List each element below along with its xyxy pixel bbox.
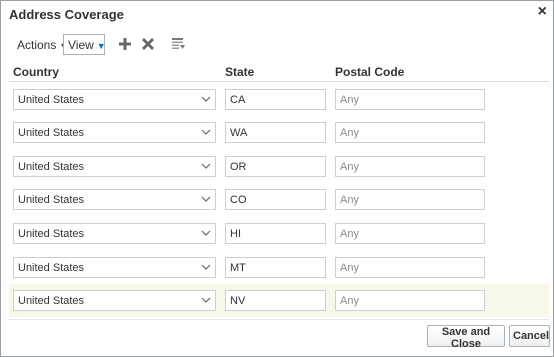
- table-header: Country State Postal Code: [13, 63, 543, 81]
- header-divider: [9, 81, 549, 82]
- state-input[interactable]: NV: [225, 290, 326, 311]
- actions-label: Actions: [17, 38, 57, 52]
- country-select[interactable]: United States: [13, 290, 216, 311]
- postal-code-input[interactable]: Any: [335, 89, 485, 110]
- country-select[interactable]: United States: [13, 223, 216, 244]
- postal-code-input[interactable]: Any: [335, 189, 485, 210]
- add-icon[interactable]: [116, 35, 134, 53]
- state-input[interactable]: HI: [225, 223, 326, 244]
- country-select[interactable]: United States: [13, 156, 216, 177]
- postal-code-input[interactable]: Any: [335, 257, 485, 278]
- postal-code-input[interactable]: Any: [335, 290, 485, 311]
- state-input[interactable]: CO: [225, 189, 326, 210]
- country-select[interactable]: United States: [13, 257, 216, 278]
- postal-code-input[interactable]: Any: [335, 223, 485, 244]
- table-row-selected[interactable]: United States NV Any: [9, 284, 549, 317]
- column-header-country[interactable]: Country: [13, 65, 59, 79]
- country-select[interactable]: United States: [13, 89, 216, 110]
- country-select[interactable]: United States: [13, 122, 216, 143]
- table-row[interactable]: United States CA Any: [9, 83, 549, 116]
- table-row[interactable]: United States OR Any: [9, 150, 549, 183]
- chevron-down-icon: [201, 129, 211, 135]
- state-input[interactable]: MT: [225, 257, 326, 278]
- table-row[interactable]: United States HI Any: [9, 217, 549, 250]
- country-select[interactable]: United States: [13, 189, 216, 210]
- country-value: United States: [18, 194, 85, 206]
- postal-code-input[interactable]: Any: [335, 156, 485, 177]
- country-value: United States: [18, 228, 85, 240]
- postal-code-input[interactable]: Any: [335, 122, 485, 143]
- country-value: United States: [18, 161, 85, 173]
- country-value: United States: [18, 94, 85, 106]
- view-label: View: [68, 38, 94, 52]
- country-value: United States: [18, 262, 85, 274]
- chevron-down-icon: [201, 230, 211, 236]
- state-input[interactable]: WA: [225, 122, 326, 143]
- freeze-icon[interactable]: [169, 35, 187, 53]
- delete-icon[interactable]: [139, 35, 157, 53]
- chevron-down-icon: [201, 96, 211, 102]
- caret-down-icon: ▼: [96, 41, 106, 51]
- footer-divider: [9, 319, 549, 320]
- dialog-title: Address Coverage: [9, 7, 124, 22]
- view-menu[interactable]: View ▼: [63, 34, 106, 55]
- close-icon[interactable]: ×: [538, 4, 547, 20]
- save-and-close-button[interactable]: Save and Close: [427, 325, 505, 350]
- chevron-down-icon: [201, 163, 211, 169]
- table-row[interactable]: United States MT Any: [9, 251, 549, 284]
- column-header-state[interactable]: State: [225, 65, 254, 79]
- chevron-down-icon: [201, 264, 211, 270]
- address-coverage-dialog: Address Coverage × Actions▼ View▼: [0, 0, 554, 357]
- state-input[interactable]: OR: [225, 156, 326, 177]
- actions-menu[interactable]: Actions▼: [17, 38, 68, 52]
- column-header-postal-code[interactable]: Postal Code: [335, 65, 404, 79]
- chevron-down-icon: [201, 196, 211, 202]
- table-row[interactable]: United States CO Any: [9, 183, 549, 216]
- cancel-button[interactable]: Cancel: [509, 325, 550, 347]
- chevron-down-icon: [201, 297, 211, 303]
- country-value: United States: [18, 127, 85, 139]
- state-input[interactable]: CA: [225, 89, 326, 110]
- dialog-titlebar: Address Coverage ×: [1, 1, 553, 27]
- toolbar: Actions▼ View▼: [13, 34, 313, 56]
- table-row[interactable]: United States WA Any: [9, 116, 549, 149]
- country-value: United States: [18, 295, 85, 307]
